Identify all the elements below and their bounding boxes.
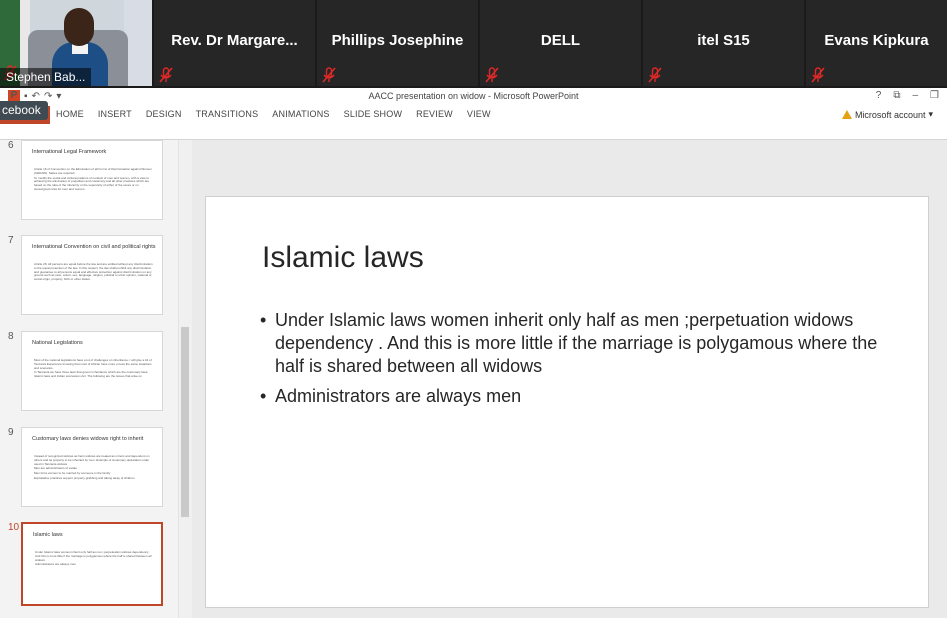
thumbnail-body: Instead of recognized widows as heirs wi… bbox=[34, 455, 154, 501]
thumbnail-title: Islamic laws bbox=[33, 532, 63, 538]
thumbnail-body: Under Islamic laws women inherit only ha… bbox=[35, 551, 153, 597]
window-title: AACC presentation on widow - Microsoft P… bbox=[368, 91, 579, 101]
participant-tile[interactable]: Rev. Dr Margare... bbox=[154, 0, 315, 86]
muted-mic-icon bbox=[811, 67, 825, 83]
tab-view[interactable]: VIEW bbox=[467, 109, 491, 119]
participant-strip: Stephen Bab... Rev. Dr Margare... Philli… bbox=[0, 0, 947, 88]
wall-backdrop bbox=[124, 0, 152, 86]
tab-review[interactable]: REVIEW bbox=[416, 109, 453, 119]
slide-number: 8 bbox=[8, 331, 14, 342]
slide-number: 10 bbox=[8, 522, 20, 533]
thumbnail-line: To modify the social and cultural patter… bbox=[34, 175, 150, 191]
slide-thumbnail-selected[interactable]: 10 Islamic laws Under Islamic laws women… bbox=[0, 522, 178, 608]
slide-thumbnail[interactable]: 6 International Legal Framework Article … bbox=[0, 140, 178, 226]
participant-tile[interactable]: Phillips Josephine bbox=[317, 0, 478, 86]
scrollbar-thumb[interactable] bbox=[181, 327, 189, 517]
muted-mic-icon bbox=[648, 67, 662, 83]
ribbon-tabs: HOME INSERT DESIGN TRANSITIONS ANIMATION… bbox=[56, 109, 491, 119]
ribbon-display-icon[interactable]: ⧉ bbox=[893, 90, 900, 101]
participant-name: DELL bbox=[540, 32, 581, 49]
participant-name: Evans Kipkura bbox=[824, 32, 929, 49]
current-slide[interactable]: Islamic laws Under Islamic laws women in… bbox=[205, 196, 929, 608]
thumbnail-title: International Legal Framework bbox=[32, 149, 107, 155]
thumbnail-line: Administrators are always men bbox=[35, 562, 77, 567]
muted-mic-icon bbox=[322, 67, 336, 83]
slide-bullet-list[interactable]: Under Islamic laws women inherit only ha… bbox=[260, 309, 880, 415]
thumbnail-preview: Customary laws denies widows right to in… bbox=[21, 427, 163, 507]
thumbnail-body: Article 16 of Convention on the Eliminat… bbox=[34, 168, 154, 214]
thumbnail-line: Exploitative practices support property … bbox=[34, 475, 135, 480]
window-controls: ? ⧉ – ❐ bbox=[876, 90, 939, 101]
tab-insert[interactable]: INSERT bbox=[98, 109, 132, 119]
slide-thumbnail-pane: 6 International Legal Framework Article … bbox=[0, 140, 192, 618]
participant-video-tile[interactable]: Stephen Bab... bbox=[0, 0, 152, 86]
minimize-icon[interactable]: – bbox=[912, 90, 918, 101]
thumbnail-title: National Legislations bbox=[32, 340, 83, 346]
muted-mic-icon bbox=[485, 67, 499, 83]
slide-title[interactable]: Islamic laws bbox=[262, 241, 424, 275]
slide-bullet: Administrators are always men bbox=[260, 385, 880, 408]
tab-animations[interactable]: ANIMATIONS bbox=[272, 109, 329, 119]
slide-number: 6 bbox=[8, 140, 14, 151]
thumbnail-preview: International Convention on civil and po… bbox=[21, 235, 163, 315]
thumbnail-body: Most of the national legislations have a… bbox=[34, 359, 154, 405]
thumbnail-title: Customary laws denies widows right to in… bbox=[32, 436, 144, 442]
participant-name: itel S15 bbox=[697, 32, 750, 49]
screen: Stephen Bab... Rev. Dr Margare... Philli… bbox=[0, 0, 947, 618]
warning-icon bbox=[841, 110, 852, 119]
tab-home[interactable]: HOME bbox=[56, 109, 84, 119]
chevron-down-icon: ▾ bbox=[928, 109, 933, 119]
thumbnail-list: 6 International Legal Framework Article … bbox=[0, 140, 178, 618]
slide-bullet: Under Islamic laws women inherit only ha… bbox=[260, 309, 880, 378]
tab-slide-show[interactable]: SLIDE SHOW bbox=[344, 109, 403, 119]
speaker-head bbox=[64, 8, 94, 46]
account-button[interactable]: Microsoft account ▾ bbox=[841, 109, 933, 120]
thumbnail-title: International Convention on civil and po… bbox=[32, 244, 156, 250]
tab-design[interactable]: DESIGN bbox=[146, 109, 182, 119]
muted-mic-icon bbox=[159, 67, 173, 83]
powerpoint-window: P ▪ ↶ ↷ ▾ AACC presentation on widow - M… bbox=[0, 88, 947, 618]
thumbnail-line: Article 16 of Convention on the Eliminat… bbox=[34, 168, 152, 175]
participant-name: Stephen Bab... bbox=[0, 68, 92, 86]
slide-thumbnail[interactable]: 8 National Legislations Most of the nati… bbox=[0, 331, 178, 417]
thumbnail-line: Instead of recognized widows as heirs wi… bbox=[34, 455, 150, 466]
slide-number: 9 bbox=[8, 427, 14, 438]
thumbnail-body: Article 26: All persons are equal before… bbox=[34, 263, 154, 309]
ribbon: HOME INSERT DESIGN TRANSITIONS ANIMATION… bbox=[0, 106, 947, 140]
thumbnail-preview: International Legal Framework Article 16… bbox=[21, 140, 163, 220]
thumbnail-preview: National Legislations Most of the nation… bbox=[21, 331, 163, 411]
thumbnail-line: In Tanzania we have three laws that gove… bbox=[34, 370, 149, 378]
account-label: Microsoft account bbox=[854, 109, 926, 120]
thumbnail-line: Article 26: All persons are equal before… bbox=[34, 263, 153, 281]
restore-icon[interactable]: ❐ bbox=[930, 90, 939, 101]
slide-thumbnail[interactable]: 9 Customary laws denies widows right to … bbox=[0, 427, 178, 513]
help-icon[interactable]: ? bbox=[876, 90, 882, 101]
thumbnail-preview: Islamic laws Under Islamic laws women in… bbox=[21, 522, 163, 606]
participant-tile[interactable]: DELL bbox=[480, 0, 641, 86]
slide-editor: Islamic laws Under Islamic laws women in… bbox=[192, 140, 947, 618]
thumbnail-line: Most of the national legislations have a… bbox=[34, 359, 152, 370]
slide-thumbnail[interactable]: 7 International Convention on civil and … bbox=[0, 235, 178, 321]
thumbnail-line: Under Islamic laws women inherit only ha… bbox=[35, 551, 152, 562]
participant-tile[interactable]: Evans Kipkura bbox=[806, 0, 947, 86]
facebook-overlay-label[interactable]: cebook bbox=[0, 101, 48, 120]
participant-name: Rev. Dr Margare... bbox=[171, 32, 298, 49]
slide-number: 7 bbox=[8, 235, 14, 246]
title-bar: P ▪ ↶ ↷ ▾ AACC presentation on widow - M… bbox=[0, 88, 947, 106]
participant-name: Phillips Josephine bbox=[331, 32, 464, 49]
participant-tile[interactable]: itel S15 bbox=[643, 0, 804, 86]
tab-transitions[interactable]: TRANSITIONS bbox=[196, 109, 259, 119]
